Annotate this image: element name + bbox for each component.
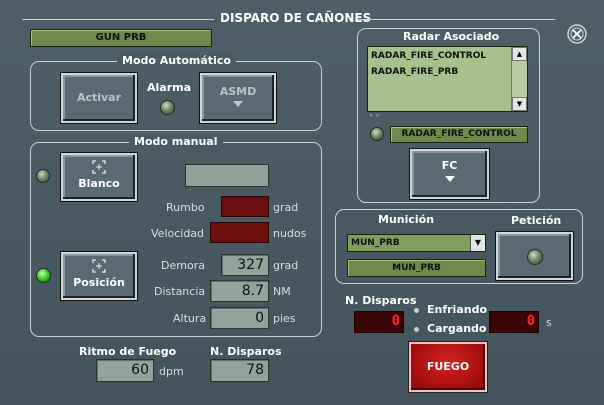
activar-button[interactable]: Activar bbox=[61, 73, 137, 123]
fc-button[interactable]: FC bbox=[410, 149, 489, 199]
radar-led bbox=[370, 127, 384, 141]
distancia-unit: NM bbox=[273, 285, 291, 298]
distancia-label: Distancia bbox=[154, 285, 206, 298]
title-rule-right bbox=[355, 19, 555, 20]
cargando-dot bbox=[414, 327, 419, 332]
window-title: DISPARO DE CAÑONES bbox=[220, 11, 372, 25]
fuego-label: FUEGO bbox=[426, 360, 470, 373]
radar-listbox[interactable]: RADAR_FIRE_CONTROL RADAR_FIRE_PRB ▲ ▼ bbox=[367, 46, 528, 112]
auto-mode-title: Modo Automático bbox=[117, 54, 236, 67]
title-rule-left bbox=[22, 19, 214, 20]
posicion-label: Posición bbox=[73, 276, 125, 289]
close-button[interactable] bbox=[566, 23, 588, 45]
velocidad-unit: nudos bbox=[273, 227, 307, 240]
scroll-down-button[interactable]: ▼ bbox=[512, 97, 527, 111]
radar-title: Radar Asociado bbox=[403, 30, 500, 43]
fire-timer-unit: s bbox=[546, 316, 552, 329]
ritmo-fuego-field: 60 bbox=[96, 359, 154, 382]
radar-list-item[interactable]: RADAR_FIRE_CONTROL bbox=[371, 51, 486, 61]
radar-ticks: ° ° bbox=[369, 113, 380, 122]
blanco-led bbox=[36, 169, 50, 183]
scroll-up-button[interactable]: ▲ bbox=[512, 47, 527, 61]
radar-list-item[interactable]: RADAR_FIRE_PRB bbox=[371, 67, 458, 77]
crosshair-icon bbox=[92, 160, 106, 174]
posicion-led bbox=[36, 268, 51, 283]
peticion-led bbox=[526, 249, 543, 265]
crosshair-icon bbox=[92, 259, 106, 273]
velocidad-label: Velocidad bbox=[151, 227, 205, 240]
posicion-button[interactable]: Posición bbox=[61, 252, 137, 300]
asmd-label: ASMD bbox=[219, 85, 257, 98]
fc-label: FC bbox=[441, 159, 458, 172]
radar-list-scrollbar[interactable]: ▲ ▼ bbox=[511, 47, 527, 111]
alarma-label: Alarma bbox=[147, 81, 192, 94]
ndisparos-label: N. Disparos bbox=[210, 345, 282, 358]
fire-ndisparos-label: N. Disparos bbox=[345, 294, 417, 307]
fire-ndisparos-display: 0 bbox=[354, 311, 404, 333]
gun-name-box: GUN PRB bbox=[30, 29, 212, 47]
ndisparos-field: 78 bbox=[210, 359, 269, 382]
municion-select[interactable]: MUN_PRB ▼ bbox=[347, 234, 486, 252]
alarma-led bbox=[160, 100, 175, 115]
gun-fire-window: DISPARO DE CAÑONES GUN PRB Modo Automáti… bbox=[0, 0, 604, 405]
rumbo-unit: grad bbox=[273, 201, 299, 214]
enfriando-label: Enfriando bbox=[427, 303, 488, 316]
activar-label: Activar bbox=[76, 91, 122, 104]
manual-mode-title: Modo manual bbox=[129, 135, 223, 148]
blanco-label: Blanco bbox=[78, 177, 120, 190]
blanco-button[interactable]: Blanco bbox=[61, 153, 137, 201]
municion-select-arrow[interactable]: ▼ bbox=[470, 235, 485, 251]
radar-selected-box: RADAR_FIRE_CONTROL bbox=[390, 126, 528, 143]
ritmo-fuego-unit: dpm bbox=[159, 365, 184, 378]
close-icon bbox=[567, 24, 587, 44]
municion-select-value: MUN_PRB bbox=[351, 238, 400, 248]
ritmo-fuego-label: Ritmo de Fuego bbox=[79, 345, 177, 358]
demora-label: Demora bbox=[161, 259, 205, 272]
cargando-label: Cargando bbox=[427, 322, 487, 335]
fire-timer-display: 0 bbox=[489, 311, 539, 333]
municion-current: MUN_PRB bbox=[347, 259, 486, 277]
altura-field: 0 bbox=[210, 307, 269, 329]
demora-unit: grad bbox=[273, 259, 299, 272]
demora-field: 327 bbox=[221, 254, 269, 276]
rumbo-label: Rumbo bbox=[166, 201, 205, 214]
velocidad-field[interactable] bbox=[210, 222, 269, 243]
fuego-button[interactable]: FUEGO bbox=[409, 342, 487, 392]
rumbo-field[interactable] bbox=[221, 196, 269, 217]
chevron-down-icon bbox=[233, 101, 243, 107]
blank-field bbox=[185, 164, 269, 187]
peticion-label: Petición bbox=[511, 214, 562, 227]
altura-label: Altura bbox=[173, 312, 207, 325]
altura-unit: pies bbox=[273, 312, 296, 325]
asmd-button[interactable]: ASMD bbox=[200, 73, 276, 123]
municion-title: Munición bbox=[378, 213, 435, 226]
distancia-field: 8.7 bbox=[210, 280, 269, 302]
enfriando-dot bbox=[414, 308, 419, 313]
peticion-button[interactable] bbox=[496, 232, 573, 280]
chevron-down-icon bbox=[444, 176, 455, 182]
